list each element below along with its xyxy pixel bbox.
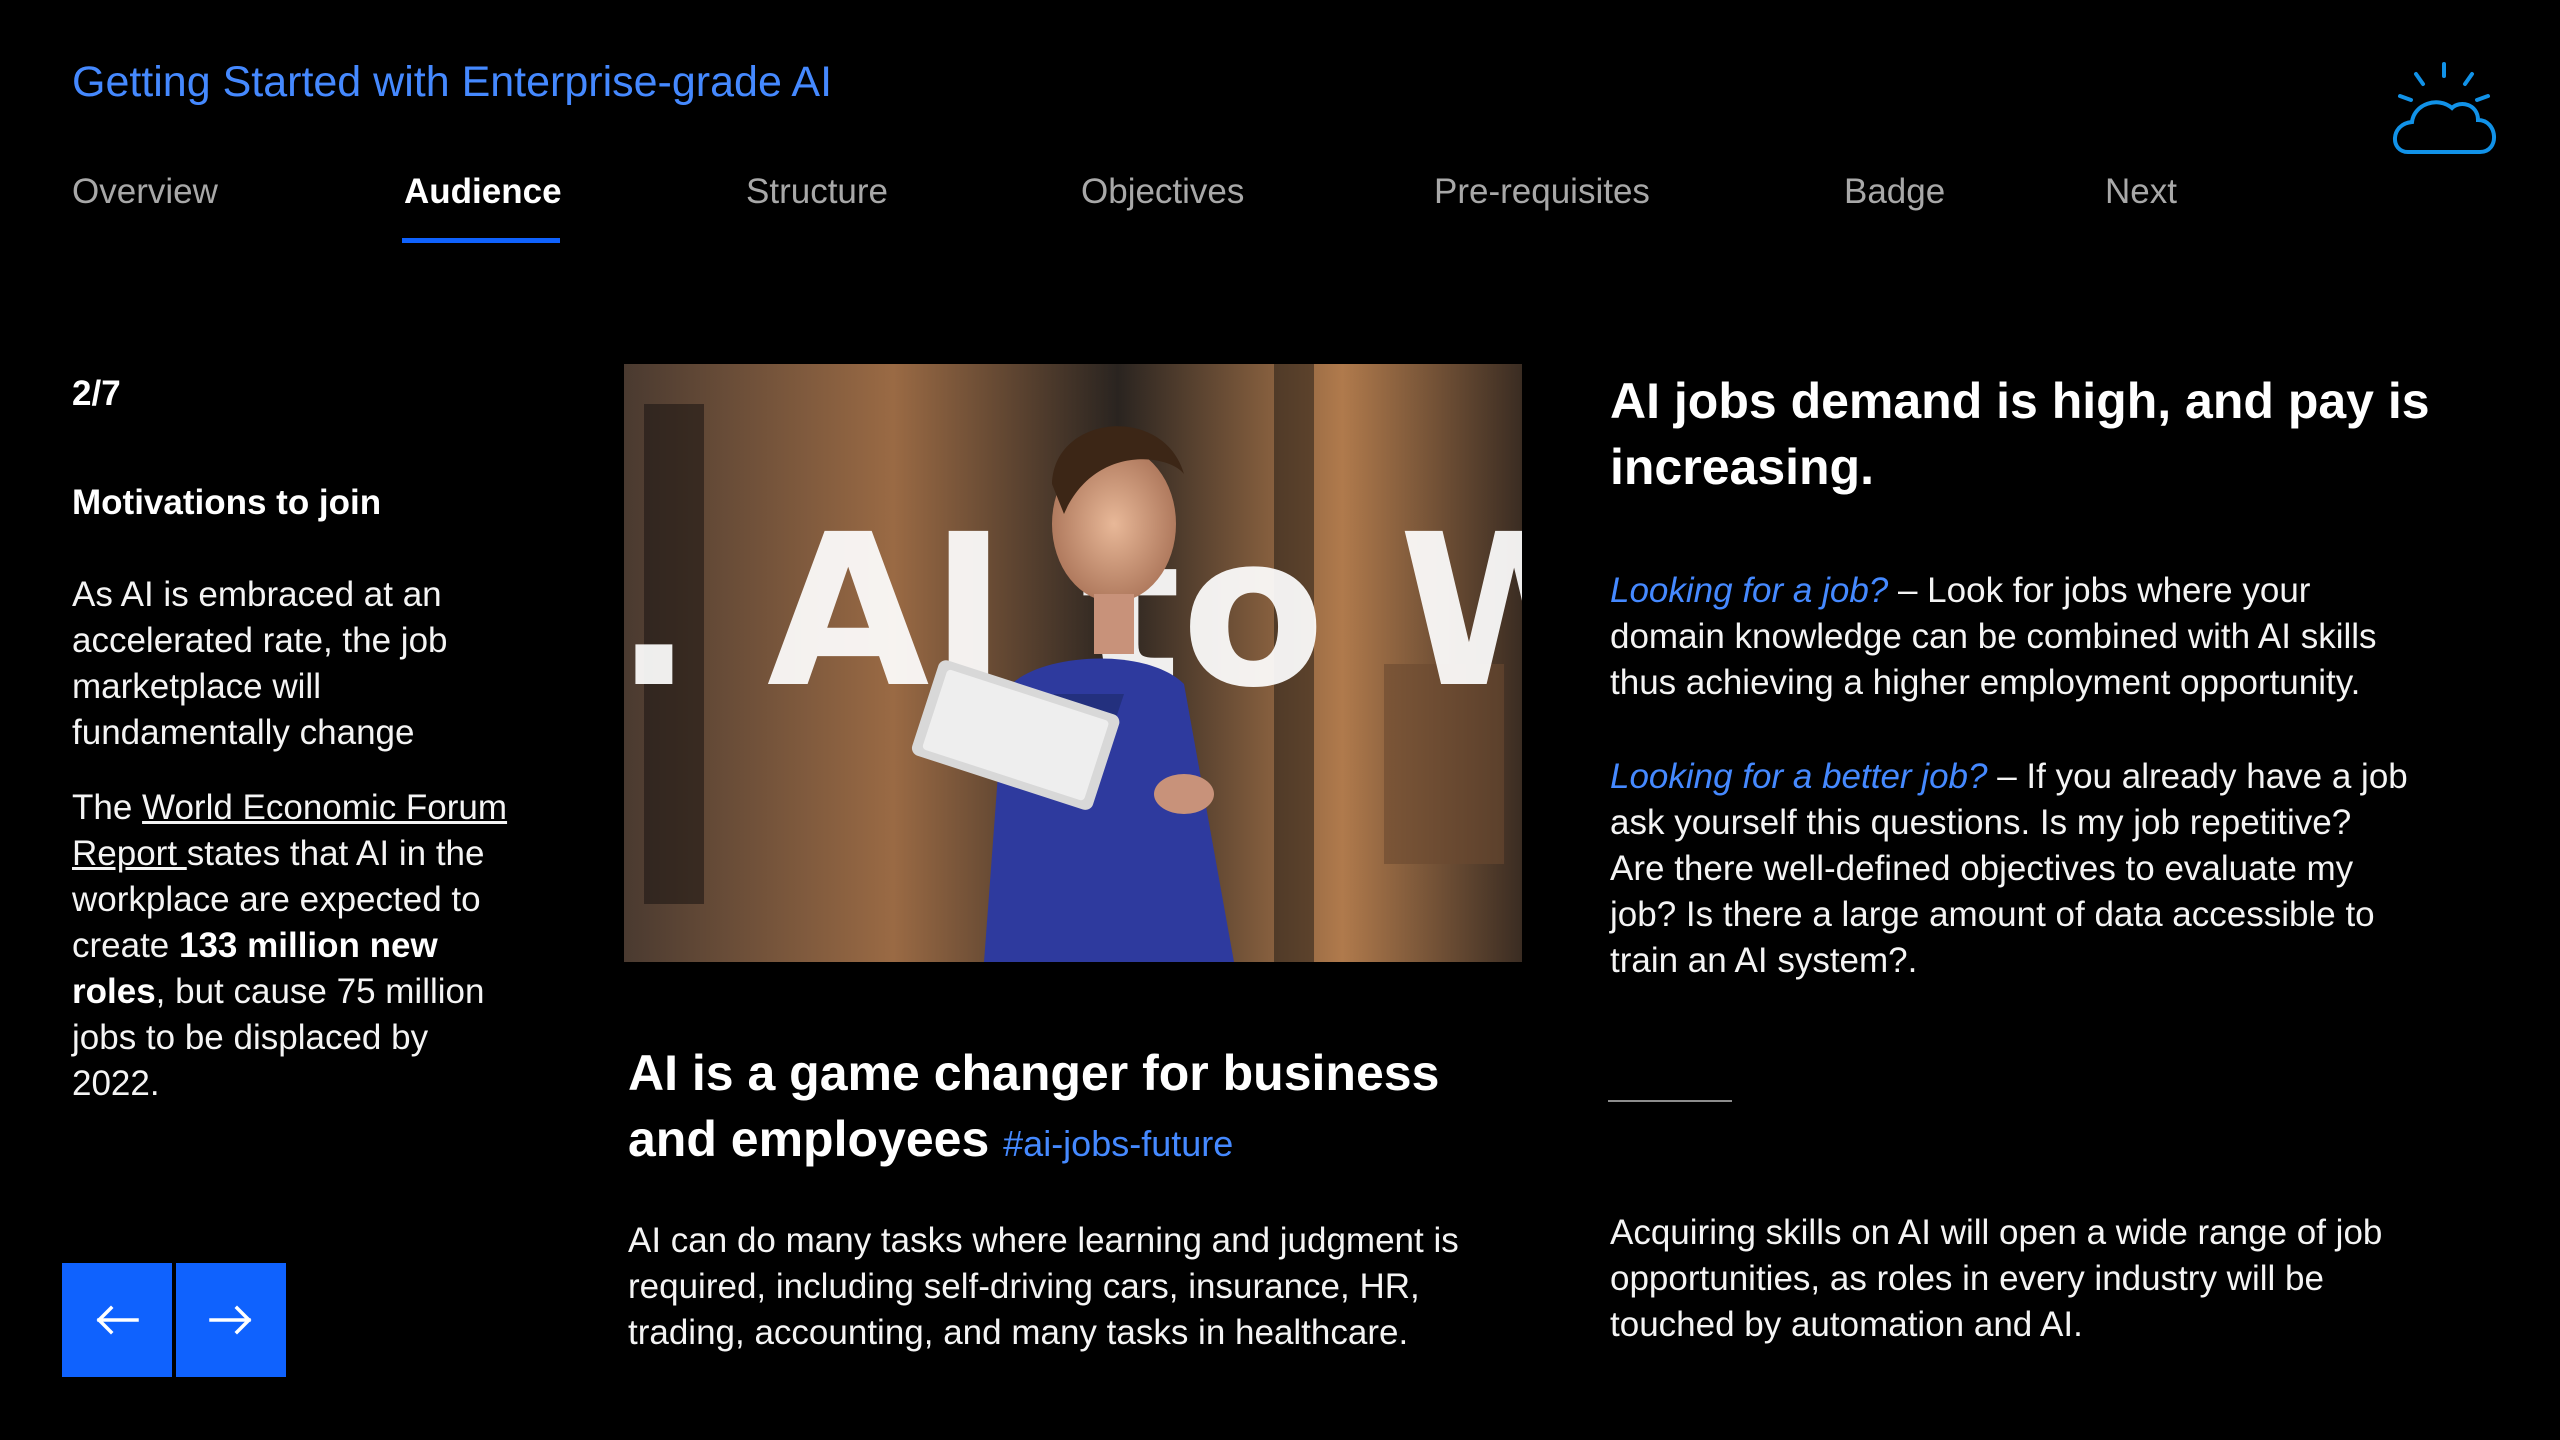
hero-image: . AI to Wo (624, 364, 1522, 962)
article-body: AI can do many tasks where learning and … (628, 1221, 1459, 1352)
motivation-paragraph: As AI is embraced at an accelerated rate… (72, 575, 448, 752)
divider (1608, 1100, 1732, 1102)
looking-for-job-paragraph: Looking for a job? – Look for jobs where… (1610, 568, 2410, 706)
closing-paragraph: Acquiring skills on AI will open a wide … (1610, 1213, 2383, 1344)
article-heading: AI is a game changer for business and em… (628, 1040, 1528, 1177)
tab-overview[interactable]: Overview (72, 172, 218, 212)
wef-paragraph: The World Economic Forum Report states t… (72, 785, 512, 1107)
better-job-lead: Looking for a better job? (1610, 757, 1988, 796)
hashtag-link[interactable]: #ai-jobs-future (1003, 1123, 1233, 1164)
tab-pre-requisites[interactable]: Pre-requisites (1434, 172, 1650, 212)
tab-next[interactable]: Next (2105, 172, 2177, 212)
jobs-demand-heading: AI jobs demand is high, and pay is incre… (1610, 373, 2430, 495)
arrow-right-icon (209, 1305, 252, 1335)
tab-badge[interactable]: Badge (1844, 172, 1945, 212)
next-button[interactable] (176, 1263, 286, 1377)
tab-structure[interactable]: Structure (746, 172, 888, 212)
tab-audience[interactable]: Audience (404, 172, 562, 212)
motivations-heading: Motivations to join (72, 483, 382, 522)
ibm-cloud-icon (2386, 60, 2502, 164)
wef-prefix: The (72, 788, 143, 827)
course-title: Getting Started with Enterprise-grade AI (72, 58, 833, 106)
slide-progress: 2/7 (72, 374, 121, 413)
better-job-paragraph: Looking for a better job? – If you alrea… (1610, 754, 2410, 984)
arrow-left-icon (96, 1305, 139, 1335)
active-tab-indicator (402, 238, 560, 243)
tab-objectives[interactable]: Objectives (1081, 172, 1244, 212)
looking-for-job-lead: Looking for a job? (1610, 571, 1889, 610)
previous-button[interactable] (62, 1263, 172, 1377)
